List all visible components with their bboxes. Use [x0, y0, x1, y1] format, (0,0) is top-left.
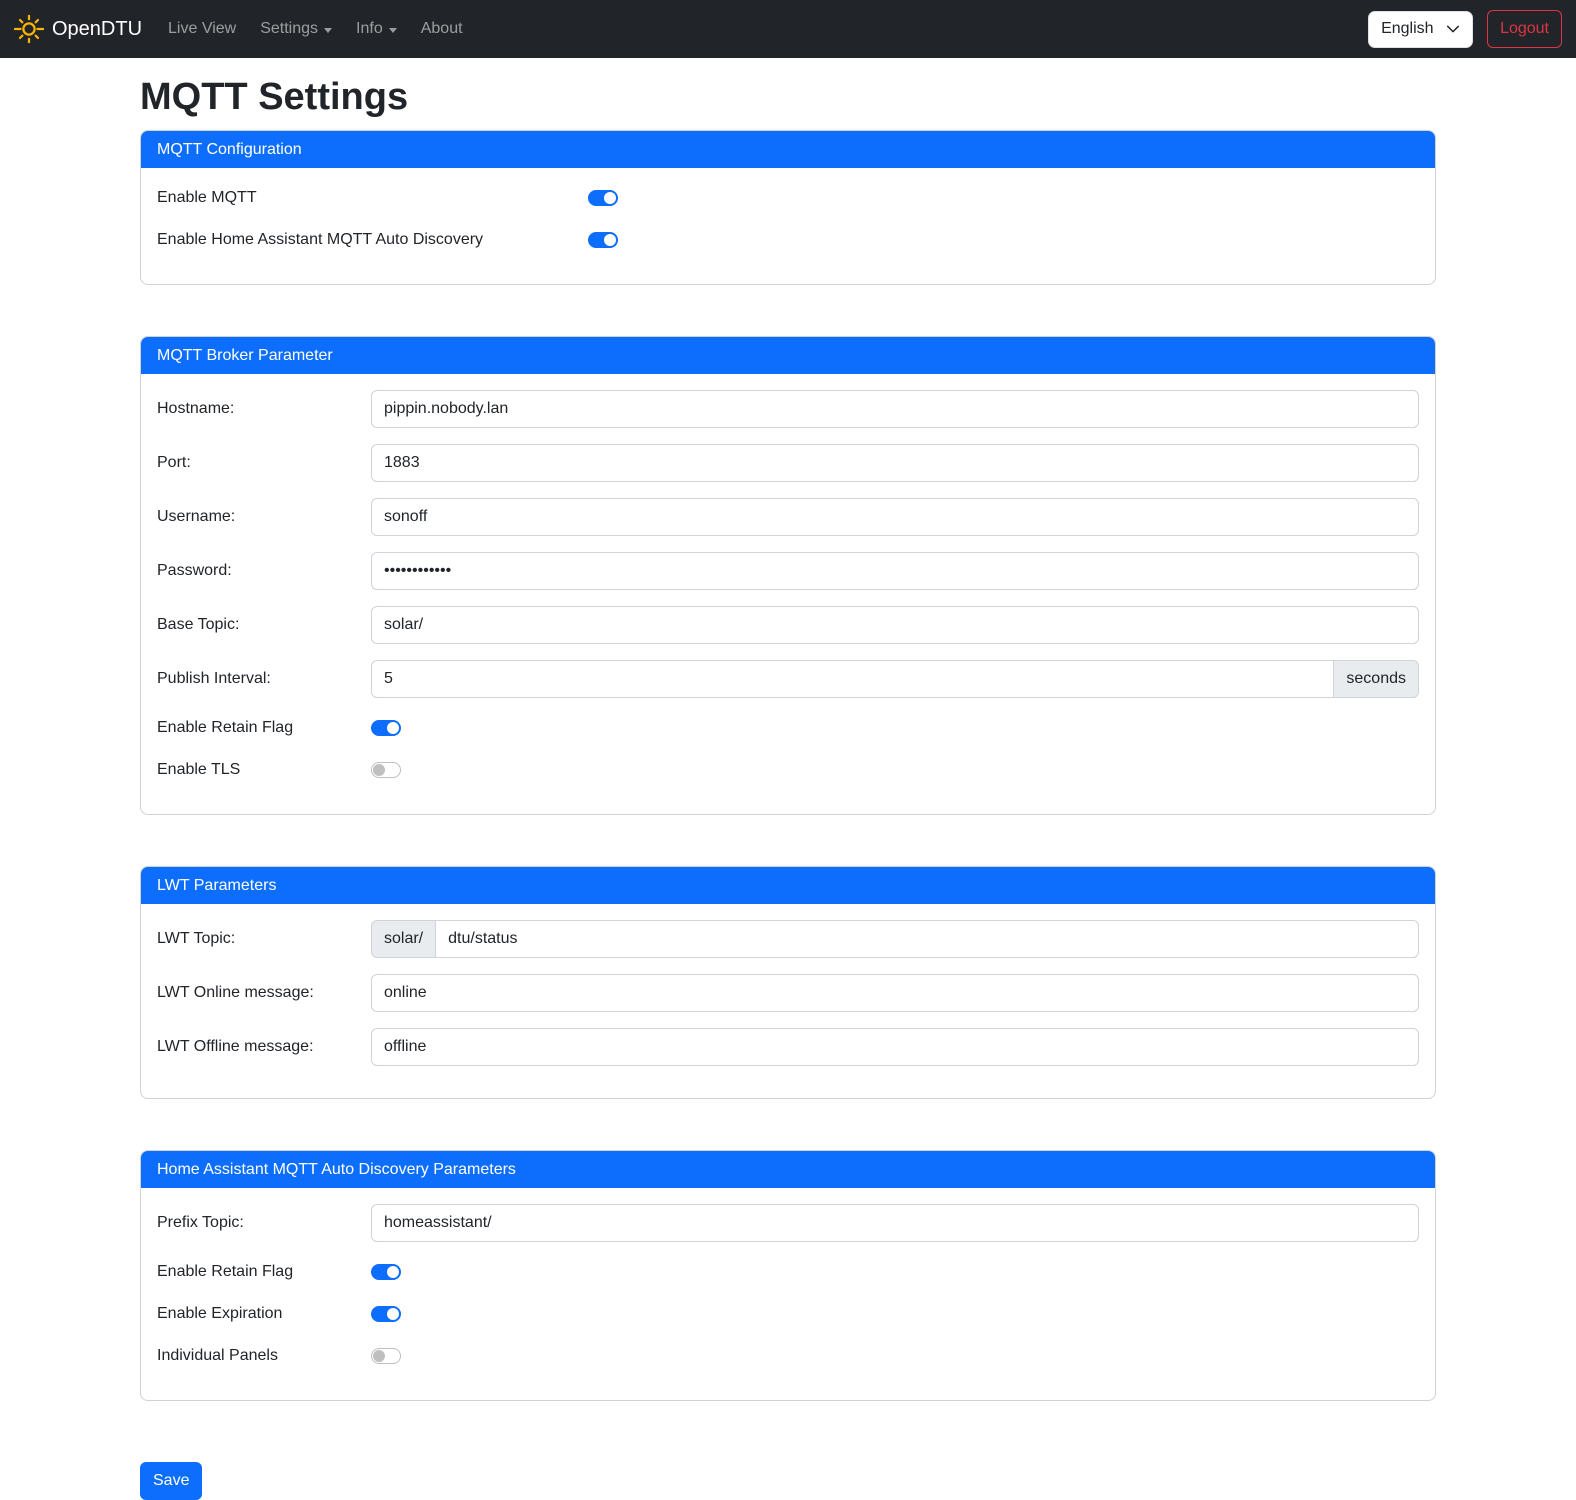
hostname-input[interactable] [371, 390, 1419, 428]
individual-panels-label: Individual Panels [157, 1347, 371, 1365]
publish-interval-label: Publish Interval: [157, 670, 371, 688]
lwt-offline-row: LWT Offline message: [157, 1028, 1419, 1066]
ha-expiration-toggle[interactable] [371, 1306, 401, 1322]
nav-item-settings-label: Settings [260, 20, 318, 38]
sun-icon [14, 14, 44, 44]
individual-panels-row: Individual Panels [157, 1342, 1419, 1370]
publish-interval-input[interactable] [371, 660, 1334, 698]
port-row: Port: [157, 444, 1419, 482]
prefix-topic-row: Prefix Topic: [157, 1204, 1419, 1242]
retain-flag-row: Enable Retain Flag [157, 714, 1419, 742]
lwt-offline-label: LWT Offline message: [157, 1038, 371, 1056]
page-title: MQTT Settings [140, 74, 1436, 120]
tls-label: Enable TLS [157, 761, 371, 779]
nav-item-about-label: About [421, 20, 463, 38]
retain-flag-label: Enable Retain Flag [157, 719, 371, 737]
publish-interval-row: Publish Interval: seconds [157, 660, 1419, 698]
logout-button[interactable]: Logout [1487, 10, 1562, 48]
ha-retain-row: Enable Retain Flag [157, 1258, 1419, 1286]
mqtt-broker-header: MQTT Broker Parameter [141, 337, 1435, 374]
ha-discovery-card: Home Assistant MQTT Auto Discovery Param… [140, 1150, 1436, 1401]
nav-item-about[interactable]: About [413, 12, 471, 46]
language-select-value: English [1381, 20, 1433, 38]
ha-discovery-header: Home Assistant MQTT Auto Discovery Param… [141, 1151, 1435, 1188]
nav-item-info-label: Info [356, 20, 383, 38]
lwt-online-input[interactable] [371, 974, 1419, 1012]
top-navbar: OpenDTU Live View Settings Info About En… [0, 0, 1576, 58]
language-select[interactable]: English [1368, 11, 1473, 48]
enable-mqtt-row: Enable MQTT [157, 184, 1419, 212]
chevron-down-icon [1446, 22, 1460, 36]
username-label: Username: [157, 508, 371, 526]
lwt-topic-input[interactable] [435, 920, 1419, 958]
mqtt-broker-card: MQTT Broker Parameter Hostname: Port: Us… [140, 336, 1436, 815]
password-input[interactable] [371, 552, 1419, 590]
lwt-topic-row: LWT Topic: solar/ [157, 920, 1419, 958]
retain-flag-toggle[interactable] [371, 720, 401, 736]
lwt-online-row: LWT Online message: [157, 974, 1419, 1012]
chevron-down-icon [324, 28, 332, 33]
nav-item-live-view-label: Live View [168, 20, 236, 38]
mqtt-configuration-card: MQTT Configuration Enable MQTT Enable Ho… [140, 130, 1436, 285]
hostname-row: Hostname: [157, 390, 1419, 428]
password-label: Password: [157, 562, 371, 580]
ha-expiration-label: Enable Expiration [157, 1305, 371, 1323]
mqtt-configuration-header: MQTT Configuration [141, 131, 1435, 168]
lwt-offline-input[interactable] [371, 1028, 1419, 1066]
nav-links: Live View Settings Info About [160, 12, 1368, 46]
lwt-parameters-card: LWT Parameters LWT Topic: solar/ LWT Onl… [140, 866, 1436, 1099]
prefix-topic-input[interactable] [371, 1204, 1419, 1242]
tls-toggle[interactable] [371, 762, 401, 778]
port-label: Port: [157, 454, 371, 472]
lwt-topic-label: LWT Topic: [157, 930, 371, 948]
brand[interactable]: OpenDTU [14, 14, 142, 44]
chevron-down-icon [389, 28, 397, 33]
hostname-label: Hostname: [157, 400, 371, 418]
enable-ha-discovery-label: Enable Home Assistant MQTT Auto Discover… [157, 231, 588, 249]
save-button[interactable]: Save [140, 1462, 202, 1500]
tls-row: Enable TLS [157, 756, 1419, 784]
prefix-topic-label: Prefix Topic: [157, 1214, 371, 1232]
username-input[interactable] [371, 498, 1419, 536]
password-row: Password: [157, 552, 1419, 590]
enable-mqtt-toggle[interactable] [588, 190, 618, 206]
ha-retain-toggle[interactable] [371, 1264, 401, 1280]
nav-item-settings[interactable]: Settings [252, 12, 340, 46]
brand-label: OpenDTU [52, 18, 142, 41]
ha-retain-label: Enable Retain Flag [157, 1263, 371, 1281]
base-topic-label: Base Topic: [157, 616, 371, 634]
username-row: Username: [157, 498, 1419, 536]
lwt-online-label: LWT Online message: [157, 984, 371, 1002]
base-topic-row: Base Topic: [157, 606, 1419, 644]
lwt-parameters-header: LWT Parameters [141, 867, 1435, 904]
lwt-topic-prefix: solar/ [371, 920, 436, 958]
nav-item-live-view[interactable]: Live View [160, 12, 244, 46]
ha-expiration-row: Enable Expiration [157, 1300, 1419, 1328]
individual-panels-toggle[interactable] [371, 1348, 401, 1364]
enable-ha-discovery-row: Enable Home Assistant MQTT Auto Discover… [157, 226, 1419, 254]
publish-interval-unit: seconds [1333, 660, 1419, 698]
port-input[interactable] [371, 444, 1419, 482]
base-topic-input[interactable] [371, 606, 1419, 644]
enable-mqtt-label: Enable MQTT [157, 189, 588, 207]
enable-ha-discovery-toggle[interactable] [588, 232, 618, 248]
nav-item-info[interactable]: Info [348, 12, 405, 46]
